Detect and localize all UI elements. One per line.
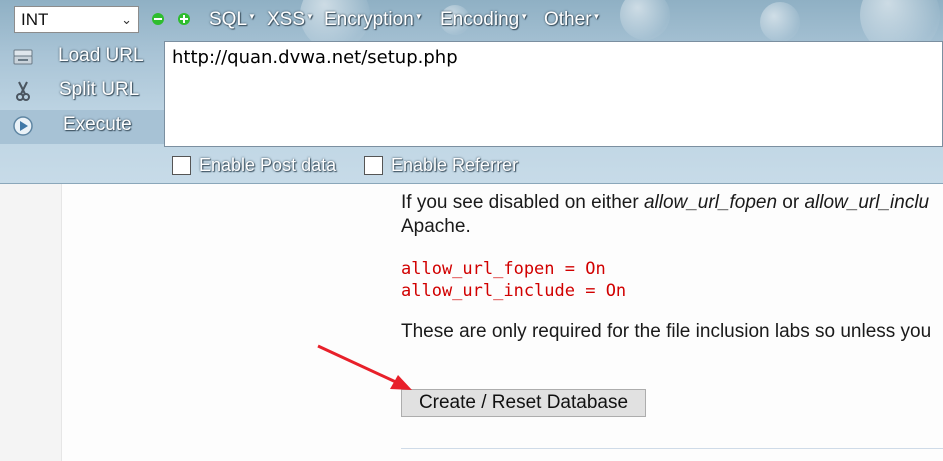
post-data-label: Enable Post data (199, 155, 337, 175)
note-paragraph: These are only required for the file inc… (401, 321, 932, 342)
caret-down-icon: ▼ (414, 12, 423, 21)
load-url-icon (12, 46, 34, 68)
url-textarea[interactable]: http://quan.dvwa.net/setup.php (164, 41, 943, 147)
menu-other-label: Other (544, 9, 592, 30)
split-url-button[interactable]: Split URL (10, 76, 160, 106)
decrease-icon[interactable] (152, 13, 164, 25)
caret-down-icon: ▼ (520, 12, 529, 21)
menu-encryption[interactable]: Encryption▼ (324, 9, 423, 31)
info-paragraph-line-2: Apache. (401, 216, 471, 237)
page-body: If you see disabled on either allow_url_… (0, 184, 943, 461)
caret-down-icon: ▼ (306, 12, 314, 21)
create-reset-database-button[interactable]: Create / Reset Database (401, 389, 646, 417)
referrer-checkbox[interactable] (364, 156, 383, 175)
config-line-include: allow_url_include = On (401, 281, 627, 301)
caret-down-icon: ▼ (592, 12, 601, 21)
url-value: http://quan.dvwa.net/setup.php (172, 47, 458, 68)
scissors-icon (12, 80, 34, 102)
split-url-label: Split URL (59, 79, 140, 100)
execute-button[interactable]: Execute (10, 111, 160, 141)
left-sidebar (0, 184, 61, 461)
menu-xss-label: XSS (267, 9, 306, 30)
post-data-checkbox[interactable] (172, 156, 191, 175)
info-text: If you see disabled on either (401, 192, 644, 213)
caret-down-icon: ▼ (248, 12, 256, 21)
play-icon (12, 115, 34, 137)
hackbar-toolbar: INT ⌄ SQL▼ XSS▼ Encryption▼ Encoding▼ Ot… (0, 0, 943, 184)
increase-icon[interactable] (178, 13, 190, 25)
load-url-button[interactable]: Load URL (10, 42, 160, 72)
menu-other[interactable]: Other▼ (544, 9, 600, 31)
hackbar-menu-row: INT ⌄ SQL▼ XSS▼ Encryption▼ Encoding▼ Ot… (0, 0, 943, 40)
load-url-label: Load URL (58, 45, 144, 66)
setting-name-fopen: allow_url_fopen (643, 192, 778, 213)
referrer-label: Enable Referrer (391, 155, 519, 175)
info-paragraph-line-1: If you see disabled on either allow_url_… (401, 192, 929, 214)
sql-type-value: INT (21, 10, 49, 29)
sql-type-select[interactable]: INT ⌄ (14, 6, 139, 33)
menu-sql-label: SQL (209, 9, 248, 30)
config-line-fopen: allow_url_fopen = On (401, 259, 606, 279)
menu-xss[interactable]: XSS▼ (267, 9, 314, 31)
menu-encoding[interactable]: Encoding▼ (440, 9, 528, 31)
execute-label: Execute (63, 114, 132, 135)
menu-encoding-label: Encoding (440, 9, 520, 30)
info-text-or: or (777, 192, 805, 213)
menu-encryption-label: Encryption (324, 9, 414, 30)
menu-sql[interactable]: SQL▼ (209, 9, 256, 31)
chevron-down-icon: ⌄ (121, 12, 132, 27)
setting-name-include: allow_url_inclu (804, 192, 930, 213)
divider (401, 448, 943, 449)
